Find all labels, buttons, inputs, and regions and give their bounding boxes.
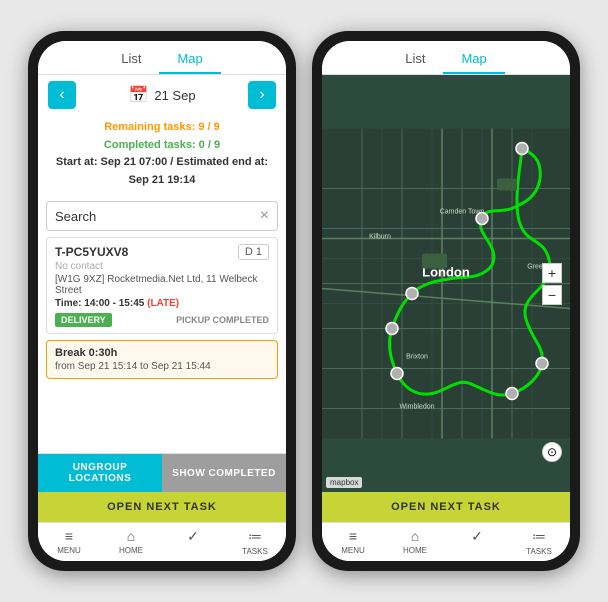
break-title: Break 0:30h bbox=[55, 347, 269, 359]
home-label-right: HOME bbox=[403, 546, 427, 555]
home-icon-right: ⌂ bbox=[411, 528, 419, 544]
time-label: Time: bbox=[55, 298, 82, 309]
menu-icon-left: ≡ bbox=[65, 528, 73, 544]
phone-right: List Map bbox=[312, 31, 580, 571]
nav-check-right[interactable]: ✓ bbox=[446, 528, 508, 556]
home-label-left: HOME bbox=[119, 546, 143, 555]
zoom-out-btn[interactable]: − bbox=[542, 285, 562, 305]
nav-tasks-left[interactable]: ≔ TASKS bbox=[224, 528, 286, 556]
task-address: [W1G 9XZ] Rocketmedia.Net Ltd, 11 Welbec… bbox=[55, 274, 269, 296]
check-icon-left: ✓ bbox=[187, 528, 199, 545]
nav-menu-right[interactable]: ≡ MENU bbox=[322, 528, 384, 556]
ungroup-btn[interactable]: UNGROUP LOCATIONS bbox=[38, 454, 162, 492]
tab-map-right[interactable]: Map bbox=[443, 47, 504, 74]
time-value: 14:00 - 15:45 bbox=[84, 298, 144, 309]
tab-bar-right: List Map bbox=[322, 41, 570, 75]
svg-text:Wimbledon: Wimbledon bbox=[399, 404, 434, 411]
svg-text:Brixton: Brixton bbox=[406, 354, 428, 361]
bottom-nav-left: ≡ MENU ⌂ HOME ✓ ≔ TASKS bbox=[38, 522, 286, 561]
bottom-actions: UNGROUP LOCATIONS SHOW COMPLETED bbox=[38, 453, 286, 492]
tab-list-left[interactable]: List bbox=[103, 47, 159, 74]
delivery-tag: DELIVERY bbox=[55, 313, 112, 327]
nav-tasks-right[interactable]: ≔ TASKS bbox=[508, 528, 570, 556]
task-header: T-PC5YUXV8 D 1 bbox=[55, 244, 269, 260]
zoom-in-btn[interactable]: + bbox=[542, 263, 562, 283]
next-date-btn[interactable]: › bbox=[248, 81, 276, 109]
search-bar[interactable]: × bbox=[46, 201, 278, 231]
calendar-icon: 📅 bbox=[128, 85, 148, 105]
mapbox-credit: mapbox bbox=[326, 477, 362, 488]
nav-home-left[interactable]: ⌂ HOME bbox=[100, 528, 162, 556]
date-center: 📅 21 Sep bbox=[128, 85, 195, 105]
date-nav: ‹ 📅 21 Sep › bbox=[38, 75, 286, 115]
task-time: Time: 14:00 - 15:45 (LATE) bbox=[55, 298, 269, 309]
map-zoom-controls: + − bbox=[542, 263, 562, 305]
tab-map-left[interactable]: Map bbox=[159, 47, 220, 74]
tab-bar-left: List Map bbox=[38, 41, 286, 75]
start-time: Start at: Sep 21 07:00 / Estimated end a… bbox=[48, 154, 276, 189]
svg-text:Kilburn: Kilburn bbox=[369, 234, 391, 241]
nav-menu-left[interactable]: ≡ MENU bbox=[38, 528, 100, 556]
menu-label-right: MENU bbox=[341, 546, 365, 555]
stats-area: Remaining tasks: 9 / 9 Completed tasks: … bbox=[38, 115, 286, 195]
date-label: 21 Sep bbox=[154, 88, 195, 103]
open-next-btn-right[interactable]: OPEN NEXT TASK bbox=[322, 492, 570, 522]
task-tags: DELIVERY PICKUP COMPLETED bbox=[55, 313, 269, 327]
compass-icon[interactable]: ⊙ bbox=[542, 442, 562, 462]
menu-label-left: MENU bbox=[57, 546, 81, 555]
clear-icon[interactable]: × bbox=[260, 207, 269, 225]
prev-date-btn[interactable]: ‹ bbox=[48, 81, 76, 109]
phone-right-screen: List Map bbox=[322, 41, 570, 561]
bottom-nav-right: ≡ MENU ⌂ HOME ✓ ≔ TASKS bbox=[322, 522, 570, 561]
phone-left: List Map ‹ 📅 21 Sep › Remaining tasks: 9… bbox=[28, 31, 296, 571]
map-container[interactable]: London Kilburn Camden Town Brixton Wimbl… bbox=[322, 75, 570, 492]
task-id: T-PC5YUXV8 bbox=[55, 245, 128, 259]
late-label: (LATE) bbox=[147, 298, 179, 309]
nav-home-right[interactable]: ⌂ HOME bbox=[384, 528, 446, 556]
home-icon-left: ⌂ bbox=[127, 528, 135, 544]
task-card[interactable]: T-PC5YUXV8 D 1 No contact [W1G 9XZ] Rock… bbox=[46, 237, 278, 334]
map-background: London Kilburn Camden Town Brixton Wimbl… bbox=[322, 75, 570, 492]
tasks-icon-right: ≔ bbox=[532, 528, 546, 545]
tasks-icon-left: ≔ bbox=[248, 528, 262, 545]
menu-icon-right: ≡ bbox=[349, 528, 357, 544]
check-icon-right: ✓ bbox=[471, 528, 483, 545]
scroll-area[interactable]: T-PC5YUXV8 D 1 No contact [W1G 9XZ] Rock… bbox=[38, 237, 286, 453]
remaining-tasks: Remaining tasks: 9 / 9 bbox=[48, 119, 276, 137]
task-contact: No contact bbox=[55, 261, 269, 272]
svg-text:Camden Town: Camden Town bbox=[440, 209, 485, 216]
break-card: Break 0:30h from Sep 21 15:14 to Sep 21 … bbox=[46, 340, 278, 379]
pickup-tag: PICKUP COMPLETED bbox=[176, 315, 269, 325]
search-input[interactable] bbox=[55, 209, 260, 224]
phone-left-screen: List Map ‹ 📅 21 Sep › Remaining tasks: 9… bbox=[38, 41, 286, 561]
show-completed-btn[interactable]: SHOW COMPLETED bbox=[162, 454, 286, 492]
completed-tasks: Completed tasks: 0 / 9 bbox=[48, 137, 276, 155]
task-badge: D 1 bbox=[238, 244, 269, 260]
tasks-label-right: TASKS bbox=[526, 547, 552, 556]
nav-check-left[interactable]: ✓ bbox=[162, 528, 224, 556]
break-time: from Sep 21 15:14 to Sep 21 15:44 bbox=[55, 361, 269, 372]
map-svg: London Kilburn Camden Town Brixton Wimbl… bbox=[322, 75, 570, 492]
open-next-btn-left[interactable]: OPEN NEXT TASK bbox=[38, 492, 286, 522]
tasks-label-left: TASKS bbox=[242, 547, 268, 556]
tab-list-right[interactable]: List bbox=[387, 47, 443, 74]
